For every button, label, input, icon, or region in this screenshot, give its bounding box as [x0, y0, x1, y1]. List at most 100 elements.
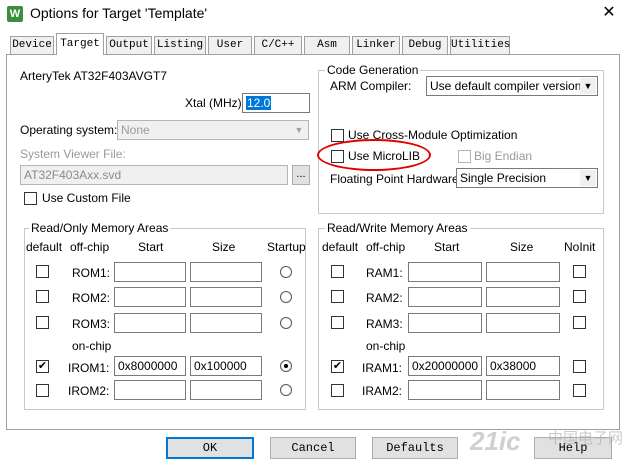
tab-utilities[interactable]: Utilities [450, 36, 510, 54]
ro-header-offchip: off-chip [70, 240, 110, 254]
defaults-button[interactable]: Defaults [372, 437, 458, 459]
ro-onchip-label: on-chip [72, 339, 112, 353]
big-endian-checkbox[interactable] [458, 150, 471, 163]
irom1-size-input[interactable]: 0x100000 [190, 356, 262, 376]
ro-memory-title: Read/Only Memory Areas [29, 221, 171, 235]
ram1-noinit-checkbox[interactable] [573, 265, 586, 278]
tab-linker[interactable]: Linker [352, 36, 400, 54]
iram2-noinit-checkbox[interactable] [573, 384, 586, 397]
ram1-start-input[interactable] [408, 262, 482, 282]
tab-target[interactable]: Target [56, 33, 104, 55]
iram1-size-input[interactable]: 0x38000 [486, 356, 560, 376]
tab-output[interactable]: Output [106, 36, 152, 54]
irom1-default-checkbox[interactable]: ✔ [36, 360, 49, 373]
ro-header-size: Size [212, 240, 236, 254]
fp-hardware-value: Single Precision [460, 171, 547, 185]
irom2-start-input[interactable] [114, 380, 186, 400]
iram2-size-input[interactable] [486, 380, 560, 400]
ram3-size-input[interactable] [486, 313, 560, 333]
ram2-start-input[interactable] [408, 287, 482, 307]
rw-header-offchip: off-chip [366, 240, 406, 254]
rom2-size-input[interactable] [190, 287, 262, 307]
xtal-input[interactable]: 12.0 [242, 93, 310, 113]
irom2-default-checkbox[interactable] [36, 384, 49, 397]
ram2-noinit-checkbox[interactable] [573, 290, 586, 303]
iram2-default-checkbox[interactable] [331, 384, 344, 397]
rom1-startup-radio[interactable] [280, 266, 292, 278]
cancel-button[interactable]: Cancel [270, 437, 356, 459]
device-name: ArteryTek AT32F403AVGT7 [20, 69, 167, 83]
iram1-noinit-checkbox[interactable] [573, 360, 586, 373]
use-custom-file-checkbox[interactable] [24, 192, 37, 205]
ram2-size-input[interactable] [486, 287, 560, 307]
rw-header-default: default [322, 240, 359, 254]
os-select[interactable]: None ▼ [117, 120, 309, 140]
rom2-label: ROM2: [72, 291, 111, 305]
rom1-size-input[interactable] [190, 262, 262, 282]
iram1-start-input[interactable]: 0x20000000 [408, 356, 482, 376]
iram1-label: IRAM1: [362, 361, 403, 375]
use-custom-file-label: Use Custom File [42, 191, 131, 205]
chevron-down-icon: ▼ [580, 170, 596, 186]
ram3-label: RAM3: [366, 317, 403, 331]
iram2-label: IRAM2: [362, 384, 403, 398]
svd-label: System Viewer File: [20, 147, 126, 161]
irom2-label: IROM2: [68, 384, 110, 398]
arm-compiler-label: ARM Compiler: [330, 79, 412, 93]
rom3-startup-radio[interactable] [280, 317, 292, 329]
cross-module-checkbox[interactable] [331, 129, 344, 142]
rom2-start-input[interactable] [114, 287, 186, 307]
ram1-default-checkbox[interactable] [331, 265, 344, 278]
window-title: Options for Target 'Template' [30, 5, 208, 21]
rom2-startup-radio[interactable] [280, 291, 292, 303]
watermark-cn: 中国电子网 [548, 430, 624, 447]
ram2-label: RAM2: [366, 291, 403, 305]
big-endian-label: Big Endian [474, 149, 533, 163]
irom2-size-input[interactable] [190, 380, 262, 400]
tab-debug[interactable]: Debug [402, 36, 448, 54]
ram1-size-input[interactable] [486, 262, 560, 282]
rw-onchip-label: on-chip [366, 339, 406, 353]
rw-header-size: Size [510, 240, 534, 254]
ram1-label: RAM1: [366, 266, 403, 280]
irom2-startup-radio[interactable] [280, 384, 292, 396]
ram3-default-checkbox[interactable] [331, 316, 344, 329]
fp-hardware-select[interactable]: Single Precision ▼ [456, 168, 598, 188]
irom1-startup-radio[interactable] [280, 360, 292, 372]
ok-button[interactable]: OK [166, 437, 254, 459]
rom1-default-checkbox[interactable] [36, 265, 49, 278]
rom3-size-input[interactable] [190, 313, 262, 333]
app-icon: W [7, 6, 23, 22]
close-icon[interactable]: ✕ [596, 2, 622, 24]
tab-listing[interactable]: Listing [154, 36, 206, 54]
ro-header-start: Start [138, 240, 164, 254]
arm-compiler-value: Use default compiler version 5 [430, 79, 592, 93]
svd-input[interactable]: AT32F403Axx.svd [20, 165, 288, 185]
os-value: None [121, 123, 150, 137]
rw-header-noinit: NoInit [564, 240, 596, 254]
rom3-start-input[interactable] [114, 313, 186, 333]
irom1-label: IROM1: [68, 361, 110, 375]
code-generation-title: Code Generation [325, 63, 421, 77]
ro-header-default: default [26, 240, 63, 254]
rom3-default-checkbox[interactable] [36, 316, 49, 329]
tab-device[interactable]: Device [10, 36, 54, 54]
iram2-start-input[interactable] [408, 380, 482, 400]
rom2-default-checkbox[interactable] [36, 290, 49, 303]
arm-compiler-select[interactable]: Use default compiler version 5 ▼ [426, 76, 598, 96]
ram3-start-input[interactable] [408, 313, 482, 333]
iram1-default-checkbox[interactable]: ✔ [331, 360, 344, 373]
fp-hardware-label: Floating Point Hardware: [330, 172, 463, 186]
ram2-default-checkbox[interactable] [331, 290, 344, 303]
tab-user[interactable]: User [208, 36, 252, 54]
chevron-down-icon: ▼ [291, 122, 307, 138]
tab-asm[interactable]: Asm [304, 36, 350, 54]
ram3-noinit-checkbox[interactable] [573, 316, 586, 329]
rw-memory-title: Read/Write Memory Areas [325, 221, 470, 235]
svd-browse-button[interactable]: ... [292, 165, 310, 185]
tab-c-cpp[interactable]: C/C++ [254, 36, 302, 54]
rom1-label: ROM1: [72, 266, 111, 280]
watermark-logo: 21ic [470, 426, 521, 456]
rom1-start-input[interactable] [114, 262, 186, 282]
irom1-start-input[interactable]: 0x8000000 [114, 356, 186, 376]
